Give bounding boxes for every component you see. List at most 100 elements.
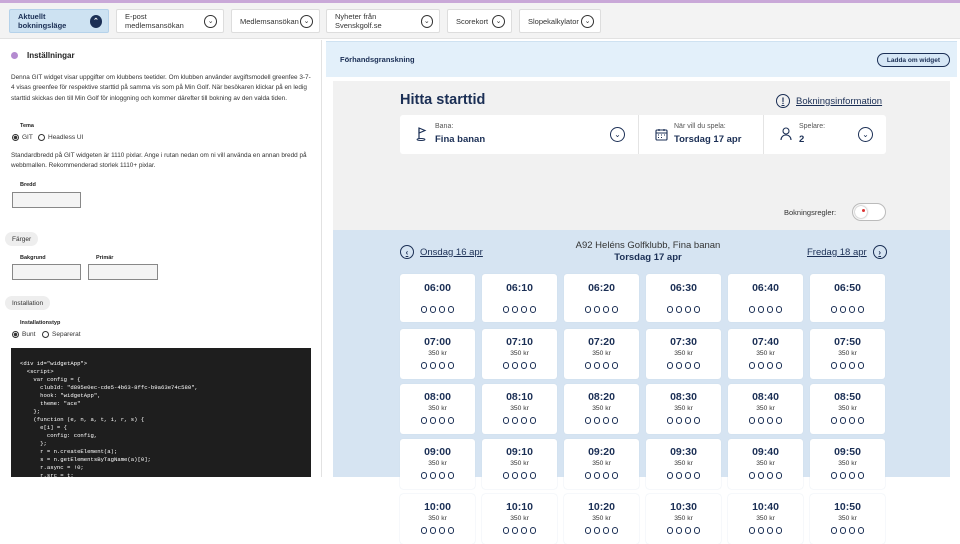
tee-time-slot[interactable]: 07:40 350 kr xyxy=(728,329,803,379)
tee-time-slot[interactable]: 07:50 350 kr xyxy=(810,329,885,379)
primary-color-input[interactable] xyxy=(88,264,158,280)
available-spot-icon xyxy=(675,362,683,369)
slot-price: 350 kr xyxy=(756,350,775,357)
slot-availability xyxy=(482,417,557,424)
previous-day-link[interactable]: ‹ Onsdag 16 apr xyxy=(400,245,483,259)
available-spot-icon xyxy=(748,417,756,424)
slot-price: 350 kr xyxy=(428,515,447,522)
tee-time-slot[interactable]: 10:50 350 kr xyxy=(810,494,885,544)
slot-availability xyxy=(564,472,639,479)
available-spot-icon xyxy=(584,527,592,534)
available-spot-icon xyxy=(429,472,437,479)
theme-radio-headless[interactable]: Headless UI xyxy=(38,134,83,141)
available-spot-icon xyxy=(675,417,683,424)
slot-availability xyxy=(400,472,475,479)
available-spot-icon xyxy=(602,362,610,369)
slot-availability xyxy=(482,472,557,479)
tee-time-slot[interactable]: 08:30 350 kr xyxy=(646,384,721,434)
tab-e-post-medlemsansokan[interactable]: E-post medlemsansökan ⌄ xyxy=(116,9,224,33)
available-spot-icon xyxy=(830,527,838,534)
available-spot-icon xyxy=(502,417,510,424)
slot-time: 08:10 xyxy=(506,391,533,403)
available-spot-icon xyxy=(830,306,838,313)
slot-availability xyxy=(646,362,721,369)
tee-time-slot[interactable]: 06:10 xyxy=(482,274,557,322)
available-spot-icon xyxy=(684,417,692,424)
radio-unchecked-icon xyxy=(42,331,49,338)
install-type-label: Installationstyp xyxy=(20,320,61,326)
players-selector[interactable]: Spelare: 2 ⌄ xyxy=(764,115,886,154)
tab-nyheter[interactable]: Nyheter från Svenskgolf.se ⌄ xyxy=(326,9,440,33)
tee-time-slot[interactable]: 09:00 350 kr xyxy=(400,439,475,489)
chevron-up-icon: ⌃ xyxy=(89,14,102,28)
tee-time-slot[interactable]: 08:50 350 kr xyxy=(810,384,885,434)
available-spot-icon xyxy=(420,472,428,479)
available-spot-icon xyxy=(611,417,619,424)
chevron-down-icon: ⌄ xyxy=(858,127,873,142)
tee-time-slot[interactable]: 08:10 350 kr xyxy=(482,384,557,434)
tee-time-slot[interactable]: 07:20 350 kr xyxy=(564,329,639,379)
available-spot-icon xyxy=(602,527,610,534)
chevron-right-icon: › xyxy=(872,245,887,259)
booking-widget: Hitta starttid ! Bokningsinformation Ban… xyxy=(333,81,950,544)
tee-time-slot[interactable]: 08:40 350 kr xyxy=(728,384,803,434)
background-label: Bakgrund xyxy=(20,255,46,261)
preview-heading: Förhandsgranskning xyxy=(340,55,415,64)
tee-time-slot[interactable]: 09:50 350 kr xyxy=(810,439,885,489)
settings-panel: Inställningar Denna GIT widget visar upp… xyxy=(0,40,322,477)
available-spot-icon xyxy=(693,527,701,534)
available-spot-icon xyxy=(420,362,428,369)
available-spot-icon xyxy=(584,417,592,424)
booking-info-link[interactable]: ! Bokningsinformation xyxy=(776,94,882,108)
toggle-indicator-icon xyxy=(862,209,865,212)
reload-widget-button[interactable]: Ladda om widget xyxy=(876,53,950,67)
embed-code-block[interactable]: <div id="widgetApp"> <script> var config… xyxy=(11,348,311,477)
available-spot-icon xyxy=(684,527,692,534)
course-selector[interactable]: Bana: Fina banan ⌄ xyxy=(400,115,639,154)
tee-time-slot[interactable]: 06:00 xyxy=(400,274,475,322)
width-input[interactable] xyxy=(12,192,81,208)
tee-time-slot[interactable]: 09:40 350 kr xyxy=(728,439,803,489)
slot-availability xyxy=(482,527,557,534)
tee-time-slot[interactable]: 10:40 350 kr xyxy=(728,494,803,544)
available-spot-icon xyxy=(848,417,856,424)
slot-time: 07:40 xyxy=(752,336,779,348)
tee-time-slot[interactable]: 07:10 350 kr xyxy=(482,329,557,379)
tee-time-slot[interactable]: 09:10 350 kr xyxy=(482,439,557,489)
available-spot-icon xyxy=(675,306,683,313)
slot-availability xyxy=(646,472,721,479)
tee-time-slot[interactable]: 07:30 350 kr xyxy=(646,329,721,379)
players-label: Spelare: xyxy=(799,123,826,130)
tee-time-slot[interactable]: 10:00 350 kr xyxy=(400,494,475,544)
tee-time-slot[interactable]: 08:00 350 kr xyxy=(400,384,475,434)
available-spot-icon xyxy=(511,527,519,534)
tee-time-slot[interactable]: 06:50 xyxy=(810,274,885,322)
tab-slopekalkylator[interactable]: Slopekalkylator ⌄ xyxy=(519,9,601,33)
theme-radio-git[interactable]: GIT xyxy=(12,134,33,141)
available-spot-icon xyxy=(529,472,537,479)
tee-time-slot[interactable]: 10:10 350 kr xyxy=(482,494,557,544)
previous-day-label: Onsdag 16 apr xyxy=(420,246,483,258)
tee-time-slot[interactable]: 08:20 350 kr xyxy=(564,384,639,434)
background-color-input[interactable] xyxy=(12,264,81,280)
tee-time-slot[interactable]: 09:30 350 kr xyxy=(646,439,721,489)
slot-time: 09:10 xyxy=(506,446,533,458)
next-day-link[interactable]: Fredag 18 apr › xyxy=(807,245,887,259)
chevron-down-icon: ⌄ xyxy=(300,14,313,28)
tee-time-slot[interactable]: 10:30 350 kr xyxy=(646,494,721,544)
available-spot-icon xyxy=(511,472,519,479)
tab-medlemsansokan[interactable]: Medlemsansökan ⌄ xyxy=(231,9,320,33)
tee-time-slot[interactable]: 06:20 xyxy=(564,274,639,322)
tee-time-slot[interactable]: 07:00 350 kr xyxy=(400,329,475,379)
booking-rules-toggle[interactable] xyxy=(852,203,886,221)
tee-time-slot[interactable]: 06:40 xyxy=(728,274,803,322)
tab-aktuellt-bokningslage[interactable]: Aktuellt bokningsläge ⌃ xyxy=(9,9,109,33)
tab-scorekort[interactable]: Scorekort ⌄ xyxy=(447,9,512,33)
tee-time-slot[interactable]: 09:20 350 kr xyxy=(564,439,639,489)
tee-time-slot[interactable]: 06:30 xyxy=(646,274,721,322)
date-selector[interactable]: När vill du spela: Torsdag 17 apr xyxy=(639,115,764,154)
install-radio-separerat[interactable]: Separerat xyxy=(42,331,81,338)
tab-label: Scorekort xyxy=(456,16,489,26)
install-radio-bunt[interactable]: Bunt xyxy=(12,331,35,338)
tee-time-slot[interactable]: 10:20 350 kr xyxy=(564,494,639,544)
